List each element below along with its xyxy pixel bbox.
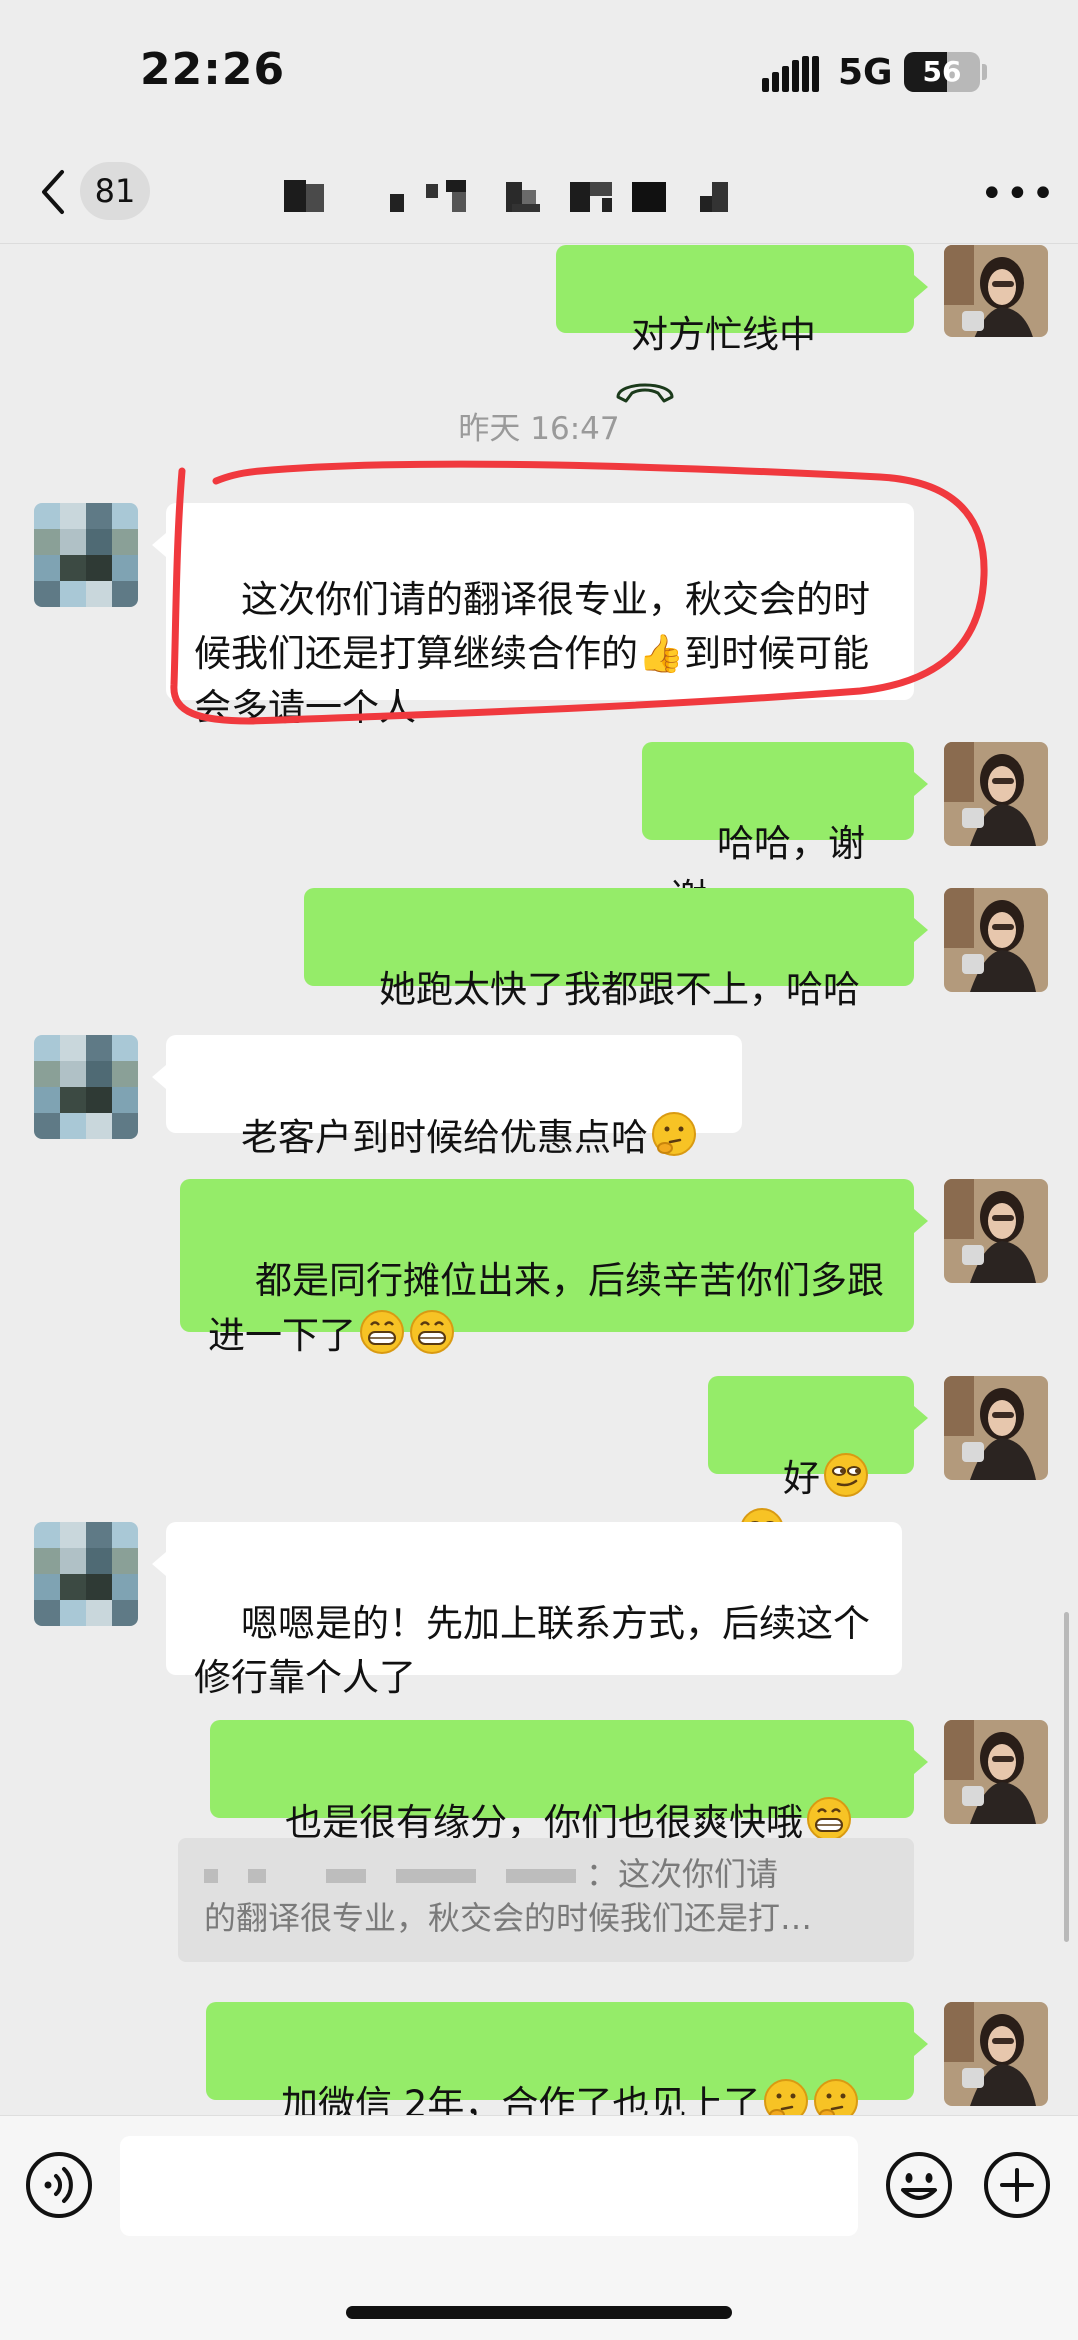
message-text: 这次你们请的翻译很专业，秋交会的时候我们还是打算继续合作的👍到时候可能会多请一个… — [194, 578, 871, 729]
quote-line-1-text: ：这次你们请 — [586, 1855, 779, 1893]
avatar-contact[interactable] — [34, 1035, 138, 1139]
avatar-self[interactable] — [944, 888, 1048, 992]
message-bubble-out[interactable]: 都是同行摊位出来，后续辛苦你们多跟进一下了 — [180, 1179, 928, 1357]
avatar-self[interactable] — [944, 1720, 1048, 1824]
message-bubble-out[interactable]: 也是很有缘分，你们也很爽快哦 — [210, 1720, 928, 1844]
plus-icon[interactable] — [982, 2150, 1052, 2220]
smirking-face-emoji — [824, 1453, 869, 1497]
message-bubble-in[interactable]: 嗯嗯是的！先加上联系方式，后续这个修行靠个人了 — [152, 1522, 902, 1699]
avatar-contact[interactable] — [34, 1522, 138, 1626]
voice-icon[interactable] — [24, 2150, 94, 2220]
chevron-left-icon[interactable] — [36, 168, 70, 216]
message-text: 老客户到时候给优惠点哈 — [241, 1116, 649, 1159]
grinning-face-emoji — [807, 1797, 852, 1841]
message-input[interactable] — [120, 2136, 858, 2236]
message-text: 好 — [783, 1457, 821, 1500]
signal-bars-icon — [762, 56, 819, 92]
more-dots-icon[interactable]: ••• — [980, 174, 1057, 214]
thinking-face-emoji — [652, 1112, 697, 1156]
avatar-self[interactable] — [944, 742, 1048, 846]
message-bubble-out[interactable]: 对方忙线中 — [556, 245, 928, 402]
message-text: 都是同行摊位出来，后续辛苦你们多跟进一下了 — [208, 1259, 885, 1357]
quote-line-1: ：这次你们请 — [204, 1852, 888, 1896]
message-bubble-in[interactable]: 这次你们请的翻译很专业，秋交会的时候我们还是打算继续合作的👍到时候可能会多请一个… — [152, 503, 914, 729]
unread-count-badge[interactable]: 81 — [80, 162, 150, 220]
chat-header: 81 ••• — [0, 140, 1078, 244]
message-text: 嗯嗯是的！先加上联系方式，后续这个修行靠个人了 — [194, 1602, 871, 1699]
scrollbar-thumb[interactable] — [1064, 1612, 1069, 1942]
message-text: 加微信 2年，合作了也见上了 — [281, 2083, 761, 2115]
grinning-face-emoji — [360, 1310, 404, 1354]
avatar-self[interactable] — [944, 1179, 1048, 1283]
phone-hangup-icon — [616, 383, 674, 402]
avatar-contact[interactable] — [34, 503, 138, 607]
message-bubble-out[interactable]: 好 — [708, 1376, 928, 1552]
thinking-face-emoji — [814, 2079, 859, 2115]
message-bubble-out[interactable]: 哈哈，谢谢 — [642, 742, 928, 919]
home-indicator[interactable] — [346, 2306, 732, 2319]
avatar-self[interactable] — [944, 1376, 1048, 1480]
battery-cap — [982, 64, 987, 80]
battery-level: 56 — [922, 55, 962, 88]
message-text: 她跑太快了我都跟不上，哈哈 — [379, 968, 861, 1011]
message-timestamp: 昨天 16:47 — [458, 411, 620, 447]
message-bubble-out[interactable]: 加微信 2年，合作了也见上了 — [206, 2002, 928, 2115]
grinning-face-emoji — [410, 1310, 454, 1354]
network-label: 5G — [838, 52, 893, 93]
battery-indicator: 56 — [904, 52, 980, 92]
thinking-face-emoji — [764, 2079, 809, 2115]
status-time: 22:26 — [140, 44, 286, 95]
avatar-self[interactable] — [944, 245, 1048, 337]
message-text: 对方忙线中 — [631, 313, 817, 356]
message-list[interactable]: 对方忙线中 昨天 16:47 这次你们请的翻译很专业，秋交会的时候我们还是打算继… — [0, 245, 1078, 2115]
chat-title-redacted — [284, 180, 728, 212]
message-bubble-in[interactable]: 老客户到时候给优惠点哈 — [152, 1035, 742, 1159]
status-bar: 22:26 5G 56 — [0, 0, 1078, 140]
quoted-message-reference[interactable]: ：这次你们请 的翻译很专业，秋交会的时候我们还是打… — [178, 1838, 914, 1962]
quote-line-2: 的翻译很专业，秋交会的时候我们还是打… — [204, 1899, 813, 1937]
message-bubble-out[interactable]: 她跑太快了我都跟不上，哈哈 — [304, 888, 928, 1011]
smiley-icon[interactable] — [884, 2150, 954, 2220]
avatar-self[interactable] — [944, 2002, 1048, 2106]
